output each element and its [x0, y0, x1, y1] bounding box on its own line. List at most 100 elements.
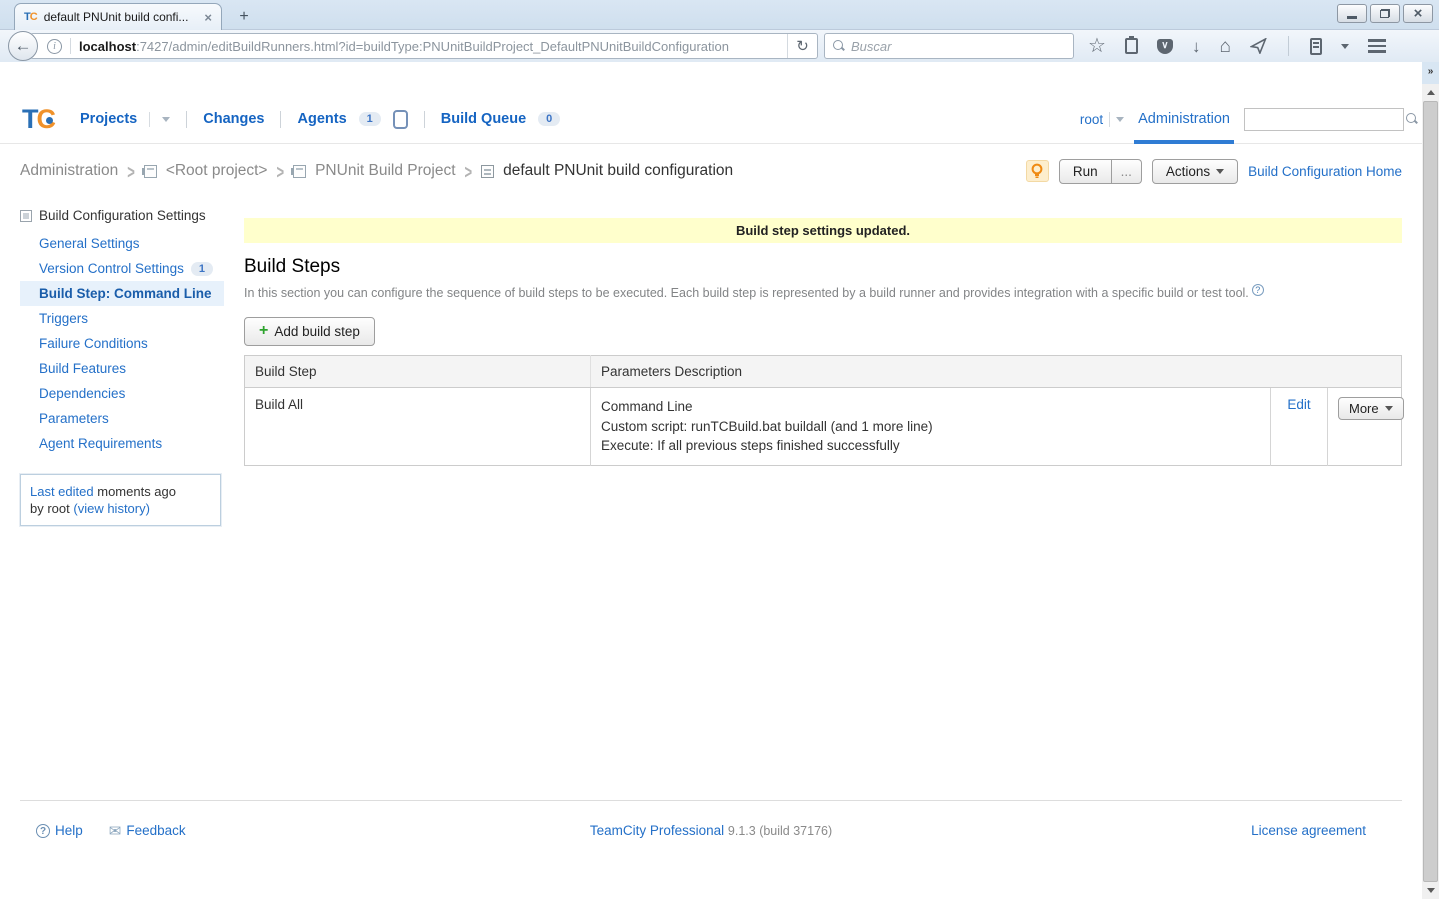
nav-changes[interactable]: Changes	[203, 111, 264, 127]
help-icon: ?	[36, 824, 50, 838]
hint-bulb-button[interactable]	[1026, 160, 1049, 182]
actions-button[interactable]: Actions	[1152, 159, 1238, 184]
sidebar-item-agent-requirements[interactable]: Agent Requirements	[20, 431, 224, 456]
new-tab-button[interactable]: +	[232, 7, 256, 27]
agent-status-icon[interactable]	[393, 110, 408, 129]
scroll-up-button[interactable]	[1422, 84, 1439, 101]
sidebar-item-build-step[interactable]: Build Step: Command Line	[20, 281, 224, 306]
footer-left: ? Help ✉ Feedback	[20, 822, 186, 840]
user-menu[interactable]: root	[1080, 112, 1103, 127]
page-scrollbar[interactable]	[1422, 84, 1439, 899]
home-icon[interactable]: ⌂	[1219, 37, 1230, 56]
sidebar-item-dependencies[interactable]: Dependencies	[20, 381, 224, 406]
footer-right: License agreement	[1251, 823, 1402, 838]
browser-tab-bar: TC default PNUnit build confi... × + ×	[0, 0, 1439, 30]
close-button[interactable]: ×	[1403, 4, 1433, 23]
sidebar-item-triggers[interactable]: Triggers	[20, 306, 224, 331]
teamcity-logo[interactable]: TC	[22, 104, 66, 135]
toolbar-overflow-chevron[interactable]: »	[1422, 62, 1439, 84]
teamcity-search[interactable]	[1244, 108, 1404, 131]
url-text[interactable]: localhost:7427/admin/editBuildRunners.ht…	[79, 39, 787, 54]
help-question-icon[interactable]: ?	[1252, 284, 1264, 296]
add-build-step-button[interactable]: + Add build step	[244, 317, 375, 346]
browser-search-input[interactable]	[851, 39, 1065, 54]
toolbar-separator	[1288, 36, 1289, 56]
device-panel-icon[interactable]	[1310, 38, 1322, 55]
product-link[interactable]: TeamCity Professional	[590, 823, 724, 838]
view-history-link[interactable]: (view history)	[73, 501, 150, 516]
restore-button[interactable]	[1370, 4, 1400, 23]
projects-dropdown-icon[interactable]	[162, 117, 170, 122]
browser-tab[interactable]: TC default PNUnit build confi... ×	[14, 3, 222, 30]
runner-type: Command Line	[601, 397, 1260, 417]
teamcity-search-input[interactable]	[1251, 112, 1406, 126]
reload-button[interactable]: ↻	[787, 34, 817, 58]
last-edited-when: moments ago	[97, 484, 176, 499]
pocket-icon[interactable]: ∨	[1157, 39, 1173, 54]
url-bar[interactable]: i localhost:7427/admin/editBuildRunners.…	[30, 33, 818, 59]
edit-link[interactable]: Edit	[1287, 397, 1310, 412]
cell-parameters: Command Line Custom script: runTCBuild.b…	[591, 388, 1271, 466]
header-right: root Administration	[1080, 108, 1404, 131]
sidebar-item-build-features[interactable]: Build Features	[20, 356, 224, 381]
user-dropdown-icon[interactable]	[1116, 117, 1124, 122]
table-header-row: Build Step Parameters Description	[245, 356, 1402, 388]
run-options-button[interactable]: ...	[1112, 159, 1142, 184]
last-edited-box: Last edited moments ago by root (view hi…	[20, 474, 221, 526]
back-button[interactable]: ←	[8, 31, 38, 61]
url-path: :7427/admin/editBuildRunners.html?id=bui…	[136, 39, 729, 54]
breadcrumb-pnunit-project[interactable]: PNUnit Build Project	[315, 162, 455, 180]
run-button[interactable]: Run	[1059, 159, 1112, 184]
vcs-count-badge: 1	[191, 262, 213, 276]
scroll-down-button[interactable]	[1422, 882, 1439, 899]
sidebar-item-version-control[interactable]: Version Control Settings 1	[20, 256, 224, 281]
teamcity-search-icon[interactable]	[1406, 113, 1418, 125]
page-footer: ? Help ✉ Feedback TeamCity Professional …	[20, 800, 1402, 860]
downloads-icon[interactable]: ↓	[1192, 38, 1201, 55]
search-icon	[833, 40, 845, 52]
restore-icon	[1380, 9, 1390, 18]
main-nav: Projects Changes Agents 1 Build Queue 0	[80, 110, 560, 129]
breadcrumb-chevron: >	[277, 160, 285, 183]
feedback-link[interactable]: ✉ Feedback	[109, 822, 186, 840]
site-info-icon[interactable]: i	[47, 39, 62, 54]
sidebar-title: Build Configuration Settings	[20, 208, 224, 223]
sidebar-item-failure-conditions[interactable]: Failure Conditions	[20, 331, 224, 356]
nav-projects[interactable]: Projects	[80, 111, 137, 127]
bookmarks-menu-icon[interactable]	[1125, 38, 1138, 54]
execute-policy: Execute: If all previous steps finished …	[601, 436, 1260, 456]
minimize-button[interactable]	[1337, 4, 1367, 23]
breadcrumb-root-project[interactable]: <Root project>	[166, 162, 268, 180]
minimize-icon	[1347, 16, 1357, 19]
share-plane-icon[interactable]	[1250, 38, 1267, 54]
page-actions: Run ... Actions Build Configuration Home	[1026, 159, 1402, 184]
cell-edit: Edit	[1271, 388, 1328, 466]
nav-build-queue[interactable]: Build Queue	[441, 111, 526, 127]
license-agreement-link[interactable]: License agreement	[1251, 823, 1366, 838]
hamburger-menu-icon[interactable]	[1368, 39, 1386, 53]
nav-agents[interactable]: Agents	[297, 111, 346, 127]
browser-search[interactable]	[824, 33, 1074, 59]
breadcrumb-chevron: >	[465, 160, 473, 183]
screen: TC default PNUnit build confi... × + × ←…	[0, 0, 1439, 899]
settings-sidebar: Build Configuration Settings General Set…	[0, 186, 224, 526]
col-build-step: Build Step	[245, 356, 591, 388]
more-caret-icon	[1385, 406, 1393, 411]
more-button[interactable]: More	[1338, 397, 1404, 420]
plus-icon: +	[259, 323, 268, 339]
build-config-home-link[interactable]: Build Configuration Home	[1248, 164, 1402, 179]
agents-count-badge: 1	[359, 112, 381, 126]
tab-close-icon[interactable]: ×	[204, 10, 212, 25]
url-divider	[70, 38, 71, 54]
device-dropdown-icon[interactable]	[1341, 44, 1349, 49]
lightbulb-icon	[1031, 163, 1043, 179]
sidebar-item-general-settings[interactable]: General Settings	[20, 231, 224, 256]
bookmark-star-icon[interactable]: ☆	[1088, 36, 1106, 56]
nav-administration[interactable]: Administration	[1138, 111, 1230, 127]
scrollbar-thumb[interactable]	[1423, 101, 1438, 882]
breadcrumb-administration[interactable]: Administration	[20, 162, 118, 180]
help-link[interactable]: ? Help	[36, 823, 83, 838]
teamcity-header: TC Projects Changes Agents 1 Build Queue…	[0, 95, 1422, 144]
sidebar-item-parameters[interactable]: Parameters	[20, 406, 224, 431]
last-edited-link[interactable]: Last edited	[30, 484, 94, 499]
